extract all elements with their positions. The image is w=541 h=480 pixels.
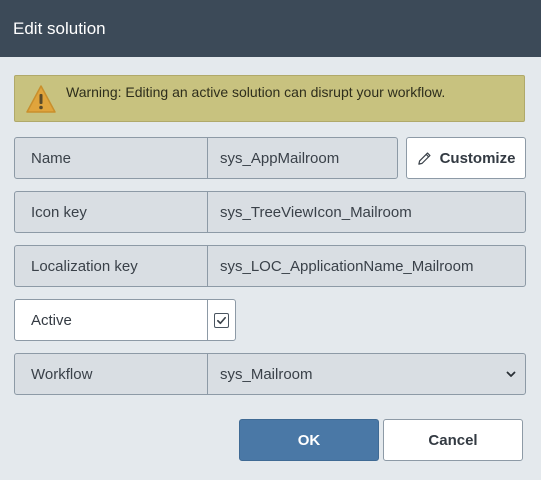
chevron-down-icon	[506, 371, 516, 377]
active-checkbox[interactable]	[214, 312, 229, 328]
workflow-select[interactable]: sys_Mailroom	[208, 354, 525, 394]
active-field-row: Active	[14, 299, 236, 341]
name-field-row: Name sys_AppMailroom	[14, 137, 398, 179]
warning-triangle-icon	[26, 85, 56, 113]
customize-label: Customize	[439, 149, 516, 167]
icon-key-label: Icon key	[15, 192, 208, 232]
warning-banner: Warning: Editing an active solution can …	[14, 75, 525, 122]
icon-key-field-row: Icon key sys_TreeViewIcon_Mailroom	[14, 191, 526, 233]
localization-key-label: Localization key	[15, 246, 208, 286]
workflow-label: Workflow	[15, 354, 208, 394]
localization-key-value: sys_LOC_ApplicationName_Mailroom	[220, 257, 474, 275]
cancel-button[interactable]: Cancel	[383, 419, 523, 461]
dialog-title: Edit solution	[13, 18, 106, 38]
checkmark-icon	[217, 316, 226, 324]
icon-key-value: sys_TreeViewIcon_Mailroom	[220, 203, 412, 221]
ok-button[interactable]: OK	[239, 419, 379, 461]
name-value: sys_AppMailroom	[220, 149, 340, 167]
warning-text: Warning: Editing an active solution can …	[66, 84, 446, 100]
workflow-field-row: Workflow sys_Mailroom	[14, 353, 526, 395]
pencil-icon	[417, 151, 431, 165]
customize-button[interactable]: Customize	[406, 137, 526, 179]
workflow-selected-value: sys_Mailroom	[220, 365, 313, 383]
localization-key-field-row: Localization key sys_LOC_ApplicationName…	[14, 245, 526, 287]
dialog-title-bar: Edit solution	[0, 0, 541, 57]
active-checkbox-cell	[208, 300, 235, 340]
name-label: Name	[15, 138, 208, 178]
active-label: Active	[15, 300, 208, 340]
